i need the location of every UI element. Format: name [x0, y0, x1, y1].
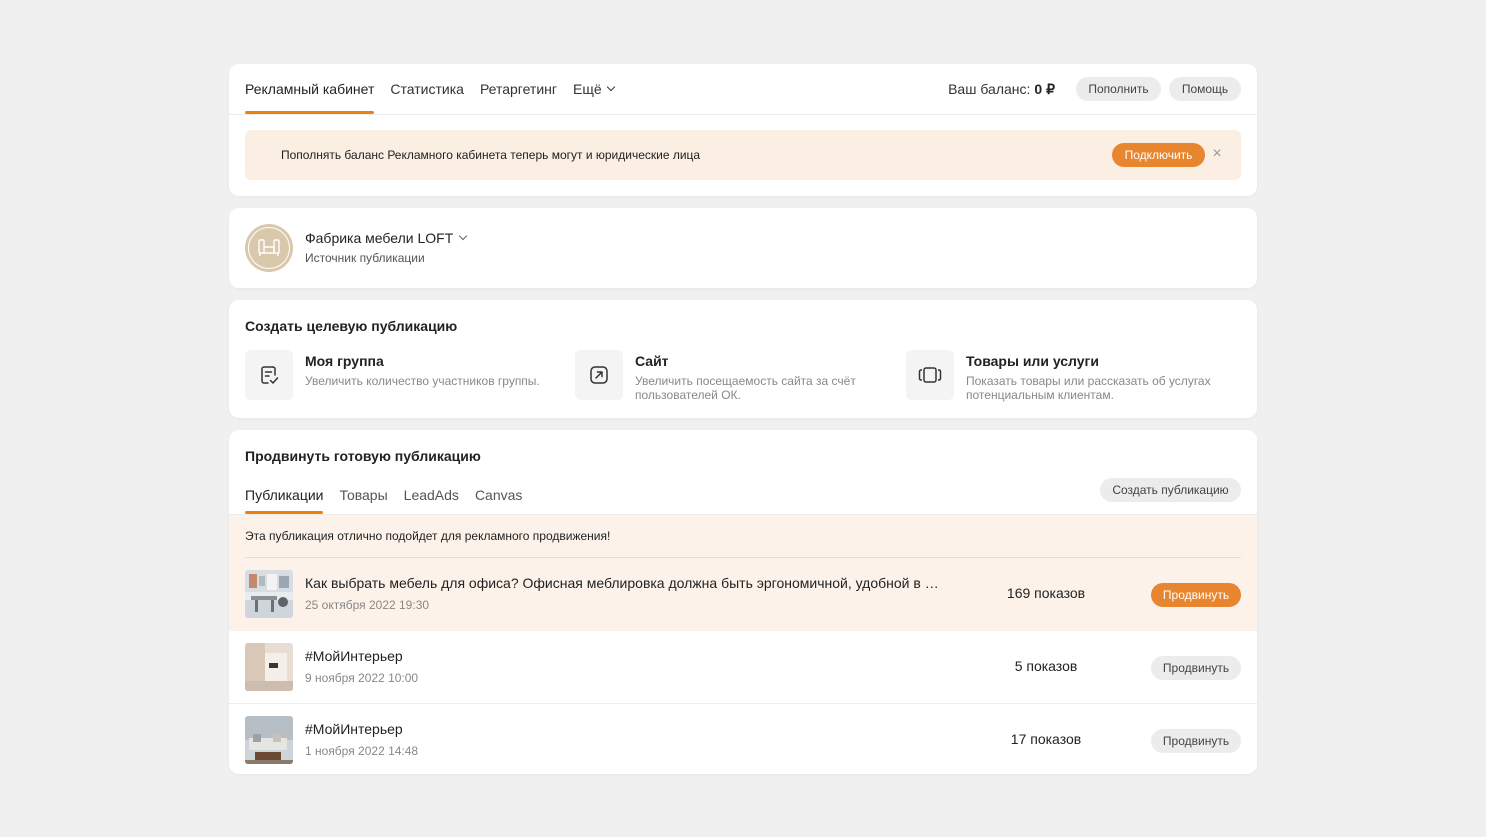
create-publication-card: Создать целевую публикацию Моя группа Ув…	[229, 300, 1257, 418]
tab-retargeting[interactable]: Ретаргетинг	[480, 64, 557, 114]
tab-goods[interactable]: Товары	[339, 476, 387, 514]
carousel-icon	[906, 350, 954, 400]
section-title: Продвинуть готовую публикацию	[245, 448, 481, 464]
publication-row[interactable]: #МойИнтерьер 9 ноября 2022 10:00 5 показ…	[229, 631, 1257, 704]
source-group-card: Фабрика мебели LOFT Источник публикации	[229, 208, 1257, 288]
help-label: Помощь	[1181, 82, 1229, 96]
tab-statistics[interactable]: Статистика	[390, 64, 464, 114]
publication-row[interactable]: Как выбрать мебель для офиса? Офисная ме…	[229, 558, 1257, 631]
promote-label: Продвинуть	[1162, 661, 1230, 675]
publication-views: 17 показов	[1010, 731, 1082, 747]
info-banner: Пополнять баланс Рекламного кабинета теп…	[245, 130, 1241, 180]
publication-thumbnail	[245, 643, 293, 691]
tab-publications[interactable]: Публикации	[245, 476, 324, 514]
publication-views: 169 показов	[1006, 585, 1086, 601]
promote-button[interactable]: Продвинуть	[1151, 656, 1241, 680]
tab-label: Canvas	[474, 487, 523, 503]
connect-label: Подключить	[1124, 148, 1193, 162]
option-title: Товары или услуги	[966, 353, 1099, 369]
option-desc: Увеличить количество участников группы.	[305, 374, 540, 388]
publication-tabs: Публикации Товары LeadAds Canvas	[245, 476, 538, 514]
option-title: Сайт	[635, 353, 669, 369]
tab-label: Статистика	[390, 81, 464, 97]
external-link-icon	[575, 350, 623, 400]
recommendation-hint: Эта публикация отлично подойдет для рекл…	[245, 529, 611, 543]
chevron-down-icon	[606, 82, 615, 92]
help-button[interactable]: Помощь	[1169, 77, 1241, 101]
tab-label: LeadAds	[403, 487, 459, 503]
publication-date: 9 ноября 2022 10:00	[305, 671, 419, 685]
tab-more[interactable]: Ещё	[573, 64, 615, 114]
banner-text: Пополнять баланс Рекламного кабинета теп…	[281, 148, 701, 162]
tab-ads-cabinet[interactable]: Рекламный кабинет	[245, 64, 375, 114]
tab-label: Ещё	[573, 81, 602, 97]
publication-title: #МойИнтерьер	[305, 648, 403, 664]
divider	[229, 114, 1257, 115]
tab-leadads[interactable]: LeadAds	[404, 476, 459, 514]
group-selector[interactable]: Фабрика мебели LOFT	[305, 230, 468, 246]
option-goods[interactable]: Товары или услуги Показать товары или ра…	[906, 350, 1211, 402]
group-name: Фабрика мебели LOFT	[305, 230, 454, 246]
balance-value: 0 ₽	[1034, 80, 1055, 97]
option-desc: Увеличить посещаемость сайта за счёт пол…	[635, 374, 856, 402]
promote-button[interactable]: Продвинуть	[1151, 729, 1241, 753]
furniture-icon	[248, 227, 290, 269]
promote-label: Продвинуть	[1162, 734, 1230, 748]
group-post-icon	[245, 350, 293, 400]
balance: Ваш баланс: 0 ₽	[948, 64, 1055, 114]
publication-views: 5 показов	[1014, 658, 1078, 674]
promote-publication-card: Продвинуть готовую публикацию Публикации…	[229, 430, 1257, 774]
publication-thumbnail	[245, 716, 293, 764]
chevron-down-icon	[459, 231, 468, 241]
top-nav: Рекламный кабинет Статистика Ретаргетинг…	[245, 64, 630, 114]
publication-row[interactable]: #МойИнтерьер 1 ноября 2022 14:48 17 пока…	[229, 704, 1257, 774]
section-title: Создать целевую публикацию	[245, 318, 458, 334]
avatar	[245, 224, 293, 272]
topup-button[interactable]: Пополнить	[1076, 77, 1161, 101]
publication-date: 1 ноября 2022 14:48	[305, 744, 419, 758]
topup-label: Пополнить	[1088, 82, 1149, 96]
option-site[interactable]: Сайт Увеличить посещаемость сайта за счё…	[575, 350, 875, 402]
tab-label: Ретаргетинг	[479, 81, 557, 97]
promote-button[interactable]: Продвинуть	[1151, 583, 1241, 607]
create-publication-button[interactable]: Создать публикацию	[1100, 478, 1241, 502]
publication-title: Как выбрать мебель для офиса? Офисная ме…	[305, 575, 939, 591]
tab-label: Публикации	[245, 487, 324, 503]
balance-label: Ваш баланс:	[948, 81, 1031, 97]
ads-cabinet-header-card: Рекламный кабинет Статистика Ретаргетинг…	[229, 64, 1257, 196]
connect-button[interactable]: Подключить	[1112, 143, 1205, 167]
publication-title: #МойИнтерьер	[305, 721, 403, 737]
tab-label: Товары	[339, 487, 388, 503]
option-my-group[interactable]: Моя группа Увеличить количество участник…	[245, 350, 545, 402]
publication-date: 25 октября 2022 19:30	[305, 598, 430, 612]
option-title: Моя группа	[305, 353, 384, 369]
group-subtitle: Источник публикации	[305, 251, 425, 265]
option-desc: Показать товары или рассказать об услуга…	[966, 374, 1211, 402]
create-publication-label: Создать публикацию	[1112, 483, 1229, 497]
tab-canvas[interactable]: Canvas	[475, 476, 522, 514]
close-icon[interactable]: ×	[1207, 144, 1227, 164]
tab-label: Рекламный кабинет	[245, 81, 375, 97]
promote-label: Продвинуть	[1162, 588, 1230, 602]
publication-thumbnail	[245, 570, 293, 618]
